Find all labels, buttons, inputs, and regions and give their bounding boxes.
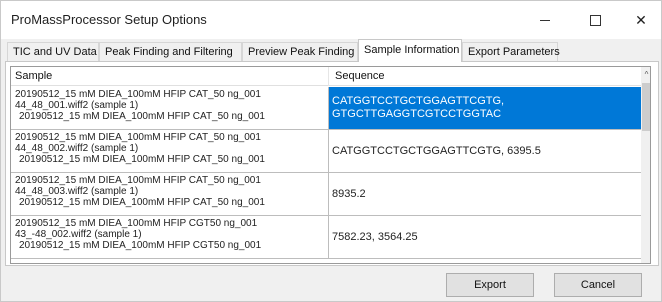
tab-preview-peak-finding[interactable]: Preview Peak Finding xyxy=(242,42,358,61)
sequence-cell[interactable]: CATGGTCCTGCTGGAGTTCGTG, GTGCTTGAGGTCGTCC… xyxy=(329,87,641,129)
maximize-button[interactable] xyxy=(573,1,617,39)
table-row[interactable]: 20190512_15 mM DIEA_100mM HFIP CAT_50 ng… xyxy=(11,87,641,130)
scroll-thumb[interactable] xyxy=(642,83,650,131)
sample-name-line: 20190512_15 mM DIEA_100mM HFIP CAT_50 ng… xyxy=(15,89,261,100)
sample-label-line: 20190512_15 mM DIEA_100mM HFIP CAT_50 ng… xyxy=(19,197,265,208)
tab-export-parameters[interactable]: Export Parameters xyxy=(462,42,560,61)
close-button[interactable]: ✕ xyxy=(619,1,661,39)
tab-peak-finding-and-filtering[interactable]: Peak Finding and Filtering xyxy=(99,42,242,61)
column-header-sequence[interactable]: Sequence xyxy=(329,67,641,86)
window-title: ProMassProcessor Setup Options xyxy=(11,12,207,27)
tab-sample-information[interactable]: Sample Information xyxy=(358,39,462,62)
sample-file-line: 44_48_002.wiff2 (sample 1) xyxy=(15,143,139,154)
column-header-sample[interactable]: Sample xyxy=(11,67,329,86)
sequence-line: 8935.2 xyxy=(332,187,366,200)
sequence-line: CATGGTCCTGCTGGAGTTCGTG, 6395.5 xyxy=(332,144,541,157)
table-row[interactable]: 20190512_15 mM DIEA_100mM HFIP CAT_50 ng… xyxy=(11,173,641,216)
sample-cell[interactable]: 20190512_15 mM DIEA_100mM HFIP CAT_50 ng… xyxy=(11,173,329,215)
sequence-line: 7582.23, 3564.25 xyxy=(332,230,418,243)
vertical-scrollbar[interactable]: ^ xyxy=(641,67,650,263)
export-button[interactable]: Export xyxy=(446,273,534,297)
tab-strip: TIC and UV Data Peak Finding and Filteri… xyxy=(1,39,661,62)
sequence-line: GTGCTTGAGGTCGTCCTGGTAC xyxy=(332,108,502,120)
sample-cell[interactable]: 20190512_15 mM DIEA_100mM HFIP CAT_50 ng… xyxy=(11,87,329,129)
minimize-button[interactable] xyxy=(523,1,567,39)
sample-name-line: 20190512_15 mM DIEA_100mM HFIP CGT50 ng_… xyxy=(15,218,258,229)
table-row[interactable]: 20190512_15 mM DIEA_100mM HFIP CGT50 ng_… xyxy=(11,216,641,259)
maximize-icon xyxy=(589,14,601,26)
sequence-cell[interactable]: 8935.2 xyxy=(329,173,641,215)
grid-header: Sample Sequence xyxy=(11,67,641,86)
sample-name-line: 20190512_15 mM DIEA_100mM HFIP CAT_50 ng… xyxy=(15,175,261,186)
setup-options-window: ProMassProcessor Setup Options ✕ TIC and… xyxy=(0,0,662,302)
sample-file-line: 44_48_003.wiff2 (sample 1) xyxy=(15,186,139,197)
sample-label-line: 20190512_15 mM DIEA_100mM HFIP CAT_50 ng… xyxy=(19,154,265,165)
sample-label-line: 20190512_15 mM DIEA_100mM HFIP CAT_50 ng… xyxy=(19,111,265,122)
cancel-button[interactable]: Cancel xyxy=(554,273,642,297)
close-icon: ✕ xyxy=(635,11,647,28)
sequence-cell[interactable]: 7582.23, 3564.25 xyxy=(329,216,641,258)
sequence-cell[interactable]: CATGGTCCTGCTGGAGTTCGTG, 6395.5 xyxy=(329,130,641,172)
minimize-icon xyxy=(540,19,550,21)
sample-cell[interactable]: 20190512_15 mM DIEA_100mM HFIP CAT_50 ng… xyxy=(11,130,329,172)
sample-grid[interactable]: Sample Sequence 20190512_15 mM DIEA_100m… xyxy=(10,66,651,264)
tab-tic-and-uv-data[interactable]: TIC and UV Data xyxy=(7,42,99,61)
scroll-up-icon[interactable]: ^ xyxy=(641,67,650,82)
sample-name-line: 20190512_15 mM DIEA_100mM HFIP CAT_50 ng… xyxy=(15,132,261,143)
sample-label-line: 20190512_15 mM DIEA_100mM HFIP CGT50 ng_… xyxy=(19,240,262,251)
title-bar[interactable]: ProMassProcessor Setup Options ✕ xyxy=(1,1,661,39)
sample-file-line: 44_48_001.wiff2 (sample 1) xyxy=(15,100,139,111)
sequence-line: CATGGTCCTGCTGGAGTTCGTG, xyxy=(332,95,505,107)
sample-file-line: 43_-48_002.wiff2 (sample 1) xyxy=(15,229,142,240)
sample-cell[interactable]: 20190512_15 mM DIEA_100mM HFIP CGT50 ng_… xyxy=(11,216,329,258)
table-row[interactable]: 20190512_15 mM DIEA_100mM HFIP CAT_50 ng… xyxy=(11,130,641,173)
